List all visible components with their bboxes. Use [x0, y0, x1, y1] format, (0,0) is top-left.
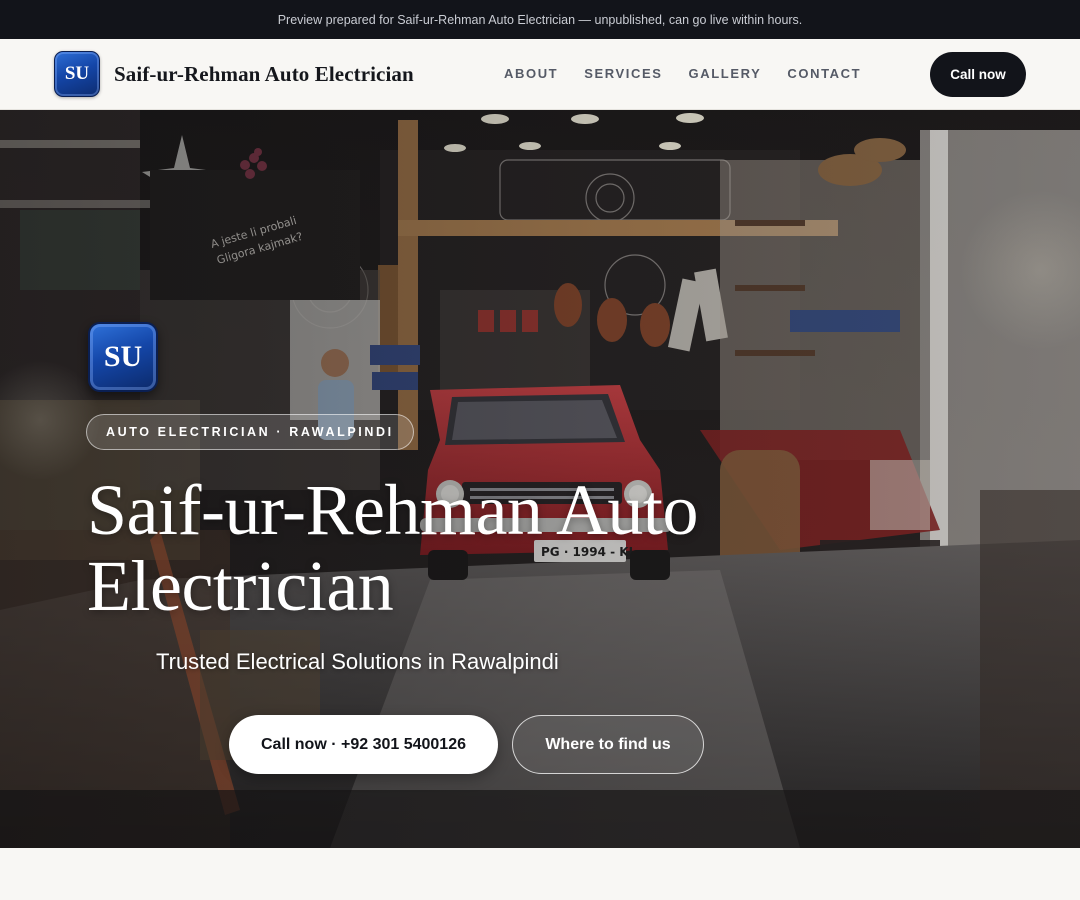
hero-title: Saif-ur-Rehman Auto Electrician: [87, 470, 698, 626]
brand-link[interactable]: SU Saif-ur-Rehman Auto Electrician: [54, 51, 414, 97]
preview-banner-text: Preview prepared for Saif-ur-Rehman Auto…: [277, 12, 803, 27]
nav-gallery[interactable]: GALLERY: [689, 66, 762, 81]
main-nav: ABOUT SERVICES GALLERY CONTACT: [504, 66, 887, 81]
nav-services[interactable]: SERVICES: [584, 66, 662, 81]
brand-logo: SU: [54, 51, 100, 97]
hero-subtitle: Trusted Electrical Solutions in Rawalpin…: [156, 649, 559, 674]
site-header: SU Saif-ur-Rehman Auto Electrician ABOUT…: [0, 39, 1080, 110]
hero-tag: AUTO ELECTRICIAN · RAWALPINDI: [86, 414, 414, 450]
next-section: [0, 848, 1080, 900]
hero-section: A jeste li probali Gligora kajmak?: [0, 110, 1080, 848]
hero-logo: SU: [88, 322, 158, 392]
hero-call-now-button[interactable]: Call now · +92 301 5400126: [229, 715, 498, 774]
header-call-now-button[interactable]: Call now: [930, 52, 1026, 97]
where-to-find-us-button[interactable]: Where to find us: [512, 715, 704, 774]
preview-banner: Preview prepared for Saif-ur-Rehman Auto…: [0, 0, 1080, 39]
nav-about[interactable]: ABOUT: [504, 66, 558, 81]
nav-contact[interactable]: CONTACT: [787, 66, 861, 81]
brand-name: Saif-ur-Rehman Auto Electrician: [114, 61, 414, 86]
